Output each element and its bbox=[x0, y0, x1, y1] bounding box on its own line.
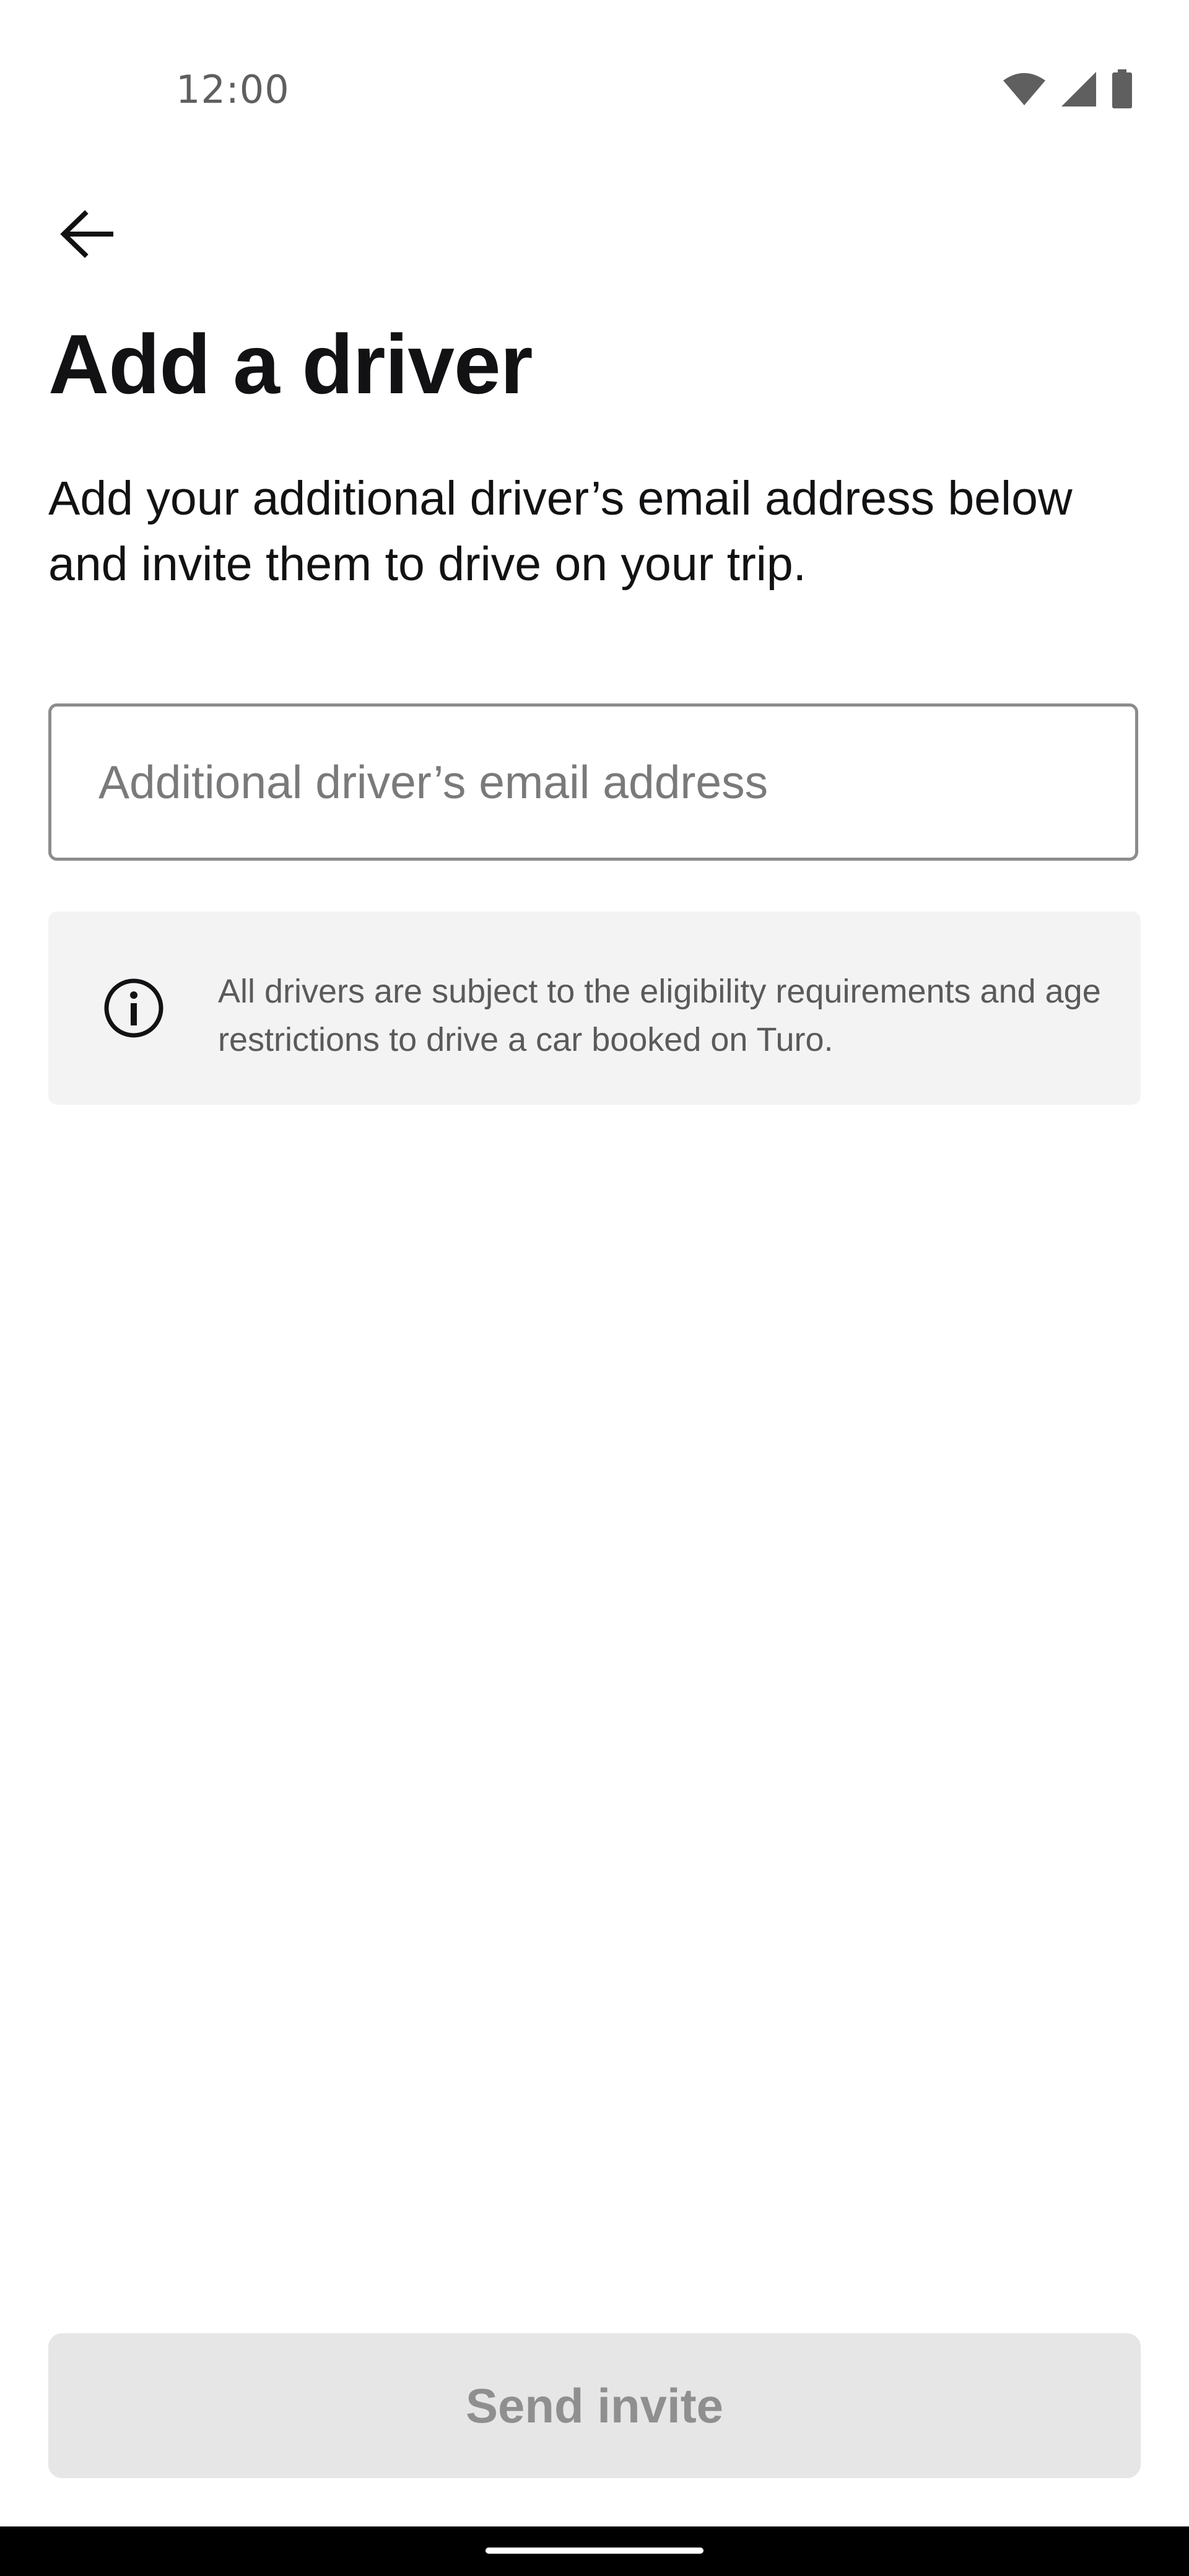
arrow-left-icon bbox=[59, 206, 115, 265]
page-description: Add your additional driver’s email addre… bbox=[48, 472, 1073, 591]
info-icon bbox=[103, 977, 165, 1039]
battery-icon bbox=[1111, 69, 1133, 112]
info-text: All drivers are subject to the eligibili… bbox=[218, 973, 1101, 1058]
send-invite-button[interactable]: Send invite bbox=[48, 2333, 1141, 2478]
navigation-bar bbox=[0, 2526, 1189, 2576]
status-icons bbox=[1002, 69, 1133, 112]
email-field[interactable] bbox=[48, 703, 1138, 861]
status-time: 12:00 bbox=[176, 67, 290, 112]
page-title: Add a driver bbox=[48, 317, 533, 411]
status-bar: 12:00 bbox=[0, 0, 1189, 186]
back-button[interactable] bbox=[43, 192, 130, 279]
cellular-signal-icon bbox=[1060, 71, 1097, 111]
email-input[interactable] bbox=[51, 707, 1135, 858]
wifi-icon bbox=[1002, 72, 1047, 110]
info-box: All drivers are subject to the eligibili… bbox=[48, 912, 1141, 1105]
home-indicator[interactable] bbox=[486, 2548, 703, 2554]
